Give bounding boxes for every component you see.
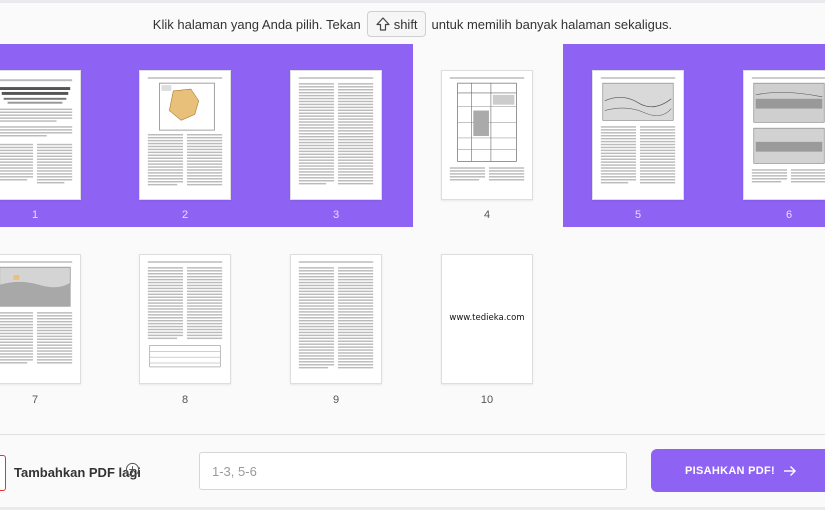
split-pdf-label: PISAHKAN PDF! [684,464,776,477]
page-number-label: 2 [181,209,189,221]
page-number-label: 8 [181,394,189,406]
page-3-preview [298,77,374,185]
page-thumbnail[interactable] [290,254,382,384]
page-9-preview [298,261,374,369]
page-number-label: 9 [332,394,340,406]
page-thumbnail[interactable]: www.tedieka.com [441,254,533,384]
add-pdf-label[interactable]: Tambahkan PDF lagi [14,465,141,480]
shift-arrow-icon [376,17,390,31]
page-number-label: 10 [480,394,494,406]
page-number-label: 3 [332,209,340,221]
page-number-label: 4 [483,209,491,221]
page-6-preview [751,77,825,183]
page-thumbnail[interactable] [0,254,81,384]
instruction-bar: Klik halaman yang Anda pilih. Tekan shif… [0,9,825,39]
page-number-label: 7 [31,394,39,406]
page-8-preview [147,261,223,368]
instruction-text-after: untuk memilih banyak halaman sekaligus. [431,16,673,32]
page-number-label: 6 [785,209,793,221]
add-circle-icon[interactable] [125,462,140,477]
instruction-text-before: Klik halaman yang Anda pilih. Tekan [152,16,361,32]
page-thumbnail[interactable] [139,254,231,384]
page-thumbnail[interactable] [290,70,382,200]
page-7-preview [0,261,73,364]
shift-key-badge: shift [366,11,426,37]
page-thumbnail[interactable] [743,70,825,200]
page-thumbnail[interactable] [441,70,533,200]
arrow-right-icon [784,465,797,476]
page-thumbnail[interactable] [592,70,684,200]
page-thumbnail[interactable] [0,70,81,200]
split-pdf-button[interactable]: PISAHKAN PDF! [651,449,825,492]
page-number-label: 1 [31,209,39,221]
top-border [0,0,825,3]
pdf-file-icon[interactable] [0,455,6,491]
page-1-preview [0,79,73,184]
page-5-preview [600,77,676,184]
shift-key-label: shift [393,16,418,32]
page-4-preview [449,77,525,181]
page-2-preview [147,77,223,186]
page-thumbnail[interactable] [139,70,231,200]
page-range-input[interactable] [199,452,627,490]
page-number-label: 5 [634,209,642,221]
page-10-watermark-text: www.tedieka.com [449,313,525,323]
